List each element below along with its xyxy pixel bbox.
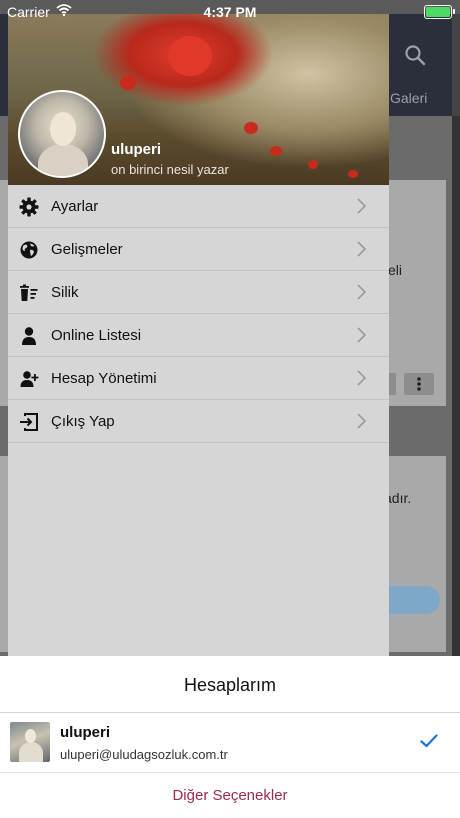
drawer-header: uluperi on birinci nesil yazar (8, 14, 389, 185)
checkmark-icon (420, 734, 438, 753)
chevron-right-icon (353, 197, 369, 215)
divider (0, 772, 460, 773)
menu-item-cikis-yap[interactable]: Çıkış Yap (8, 400, 389, 443)
chevron-right-icon (353, 240, 369, 258)
menu-label: Çıkış Yap (51, 413, 115, 430)
poppy-image (348, 170, 358, 178)
menu-label: Hesap Yönetimi (51, 370, 157, 387)
search-icon[interactable] (404, 44, 426, 71)
menu-label: Online Listesi (51, 327, 142, 344)
menu-item-silik[interactable]: Silik (8, 271, 389, 314)
chevron-right-icon (353, 326, 369, 344)
trash-list-icon (19, 283, 39, 303)
chevron-right-icon (353, 412, 369, 430)
poppy-image (120, 76, 136, 90)
poppy-image (244, 122, 258, 134)
tab-galeri[interactable]: Galeri (390, 90, 427, 106)
background-blue-element (384, 586, 440, 614)
account-name: uluperi (60, 724, 111, 741)
person-icon (19, 326, 39, 346)
menu-label: Ayarlar (51, 198, 99, 215)
menu-item-online-listesi[interactable]: Online Listesi (8, 314, 389, 357)
more-options-button[interactable]: Diğer Seçenekler (0, 787, 460, 804)
globe-icon (19, 240, 39, 260)
sheet-title: Hesaplarım (183, 675, 277, 695)
more-vertical-icon (404, 373, 434, 395)
person-add-icon (19, 369, 39, 389)
status-time: 4:37 PM (203, 4, 257, 20)
menu-item-ayarlar[interactable]: Ayarlar (8, 185, 389, 228)
profile-role: on birinci nesil yazar (111, 162, 229, 177)
account-email: uluperi@uludagsozluk.com.tr (60, 747, 228, 762)
menu-item-hesap-yonetimi[interactable]: Hesap Yönetimi (8, 357, 389, 400)
avatar[interactable] (18, 90, 106, 178)
poppy-image (168, 36, 212, 76)
account-avatar (10, 722, 50, 762)
menu-item-gelismeler[interactable]: Gelişmeler (8, 228, 389, 271)
divider (0, 712, 460, 713)
background-text: eli (388, 262, 403, 278)
poppy-image (308, 160, 318, 169)
menu-label: Gelişmeler (51, 241, 123, 258)
gear-icon (19, 197, 39, 217)
profile-name: uluperi (111, 141, 162, 158)
status-bar: Carrier 4:37 PM (0, 0, 460, 24)
poppy-image (270, 146, 282, 156)
chevron-right-icon (353, 369, 369, 387)
menu-label: Silik (51, 284, 79, 301)
drawer-menu: Ayarlar Gelişmeler Silik Online Listesi (8, 185, 389, 443)
chevron-right-icon (353, 283, 369, 301)
exit-icon (19, 412, 39, 432)
accounts-sheet: Hesaplarım uluperi uluperi@uludagsozluk.… (0, 656, 460, 818)
battery-icon (424, 5, 455, 19)
